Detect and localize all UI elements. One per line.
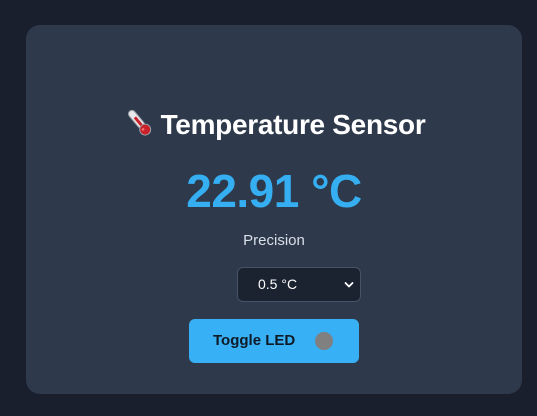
precision-label: Precision [243, 232, 305, 249]
page-title: Temperature Sensor [160, 109, 426, 140]
precision-select[interactable]: 0.5 °C [237, 267, 361, 302]
toggle-led-label: Toggle LED [213, 332, 296, 349]
led-indicator [315, 332, 333, 350]
temperature-reading: 22.91 °C [186, 165, 362, 217]
precision-selected-value: 0.5 °C [258, 276, 298, 292]
title-row: Temperature Sensor [26, 105, 522, 145]
toggle-led-button[interactable]: Toggle LED [189, 319, 359, 363]
thermometer-icon [127, 109, 151, 136]
chevron-down-icon [344, 282, 354, 288]
